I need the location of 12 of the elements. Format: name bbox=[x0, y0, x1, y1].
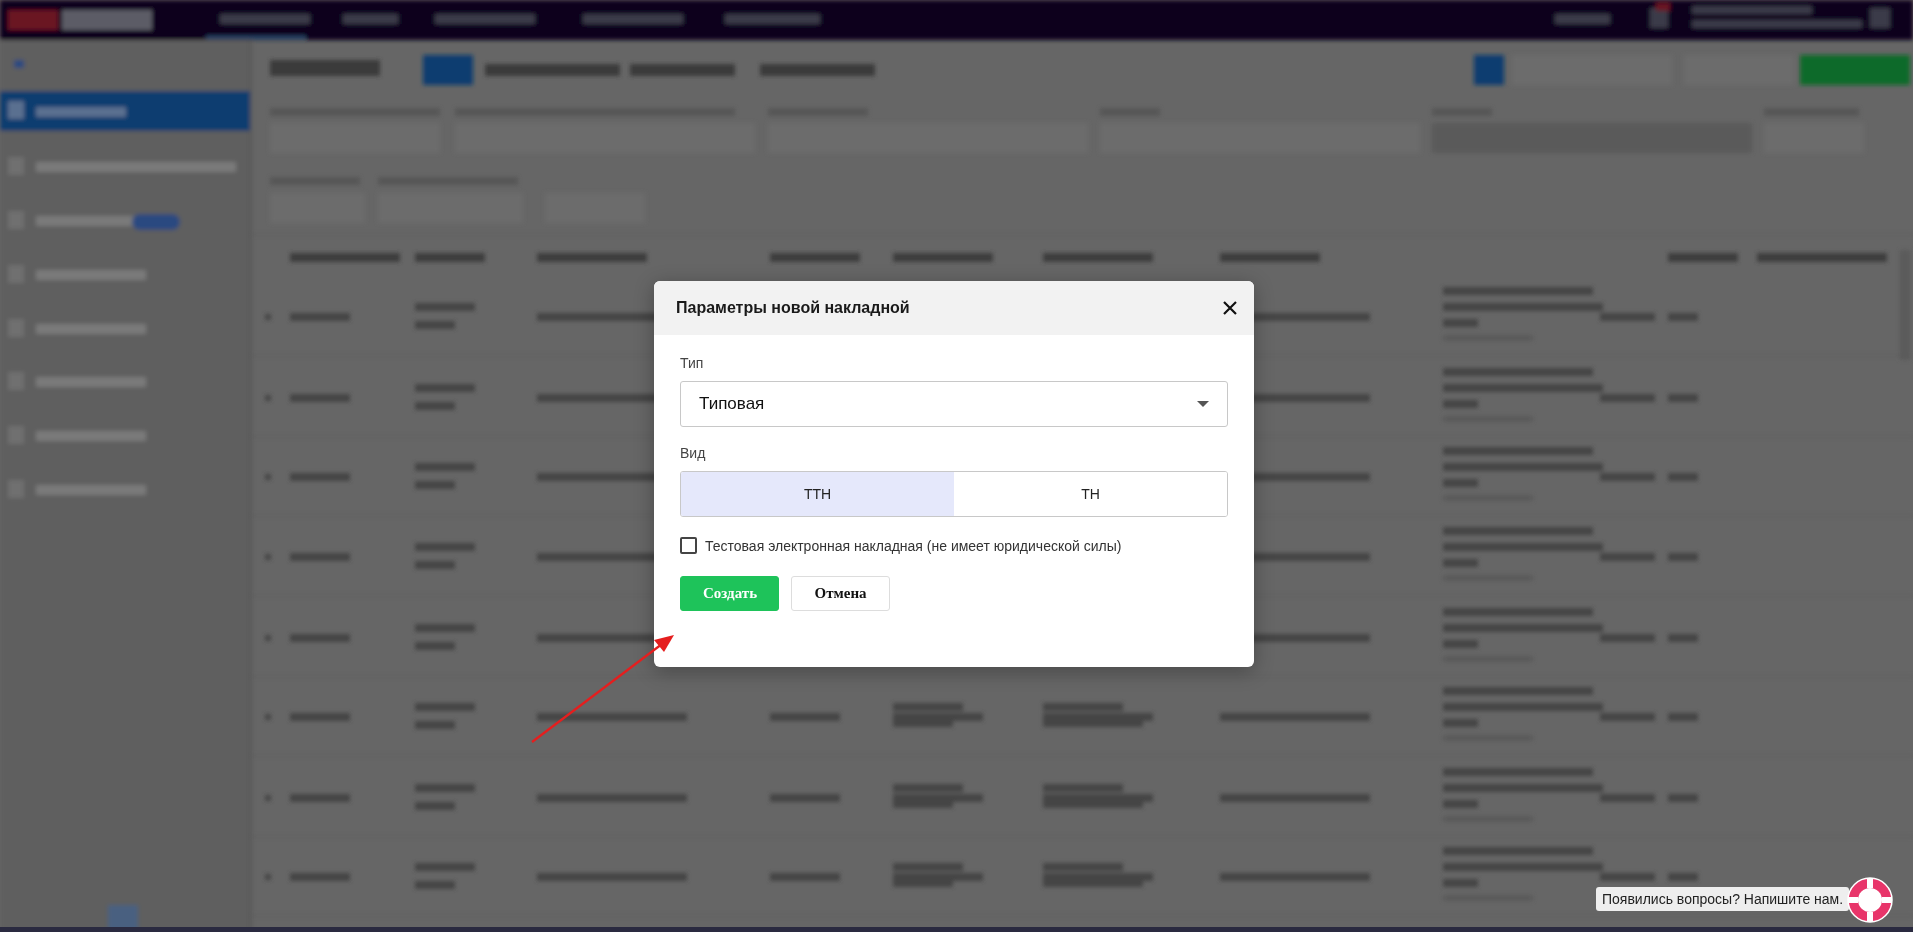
type-select[interactable]: Типовая bbox=[680, 381, 1228, 427]
checkbox[interactable] bbox=[680, 537, 697, 554]
checkbox-label: Тестовая электронная накладная (не имеет юридической силы) bbox=[705, 537, 1122, 554]
lifebuoy-icon[interactable] bbox=[1846, 876, 1894, 924]
close-icon bbox=[1222, 300, 1238, 316]
help-tooltip: Появились вопросы? Напишите нам. bbox=[1596, 887, 1850, 911]
caret-icon bbox=[1197, 401, 1209, 407]
field-label: Вид bbox=[680, 445, 707, 461]
field-label: Тип bbox=[680, 355, 705, 371]
segment-button[interactable]: ТТН bbox=[681, 472, 954, 516]
cancel-button[interactable]: Отмена bbox=[791, 576, 890, 611]
dialog-title: Параметры новой накладной bbox=[676, 299, 910, 317]
